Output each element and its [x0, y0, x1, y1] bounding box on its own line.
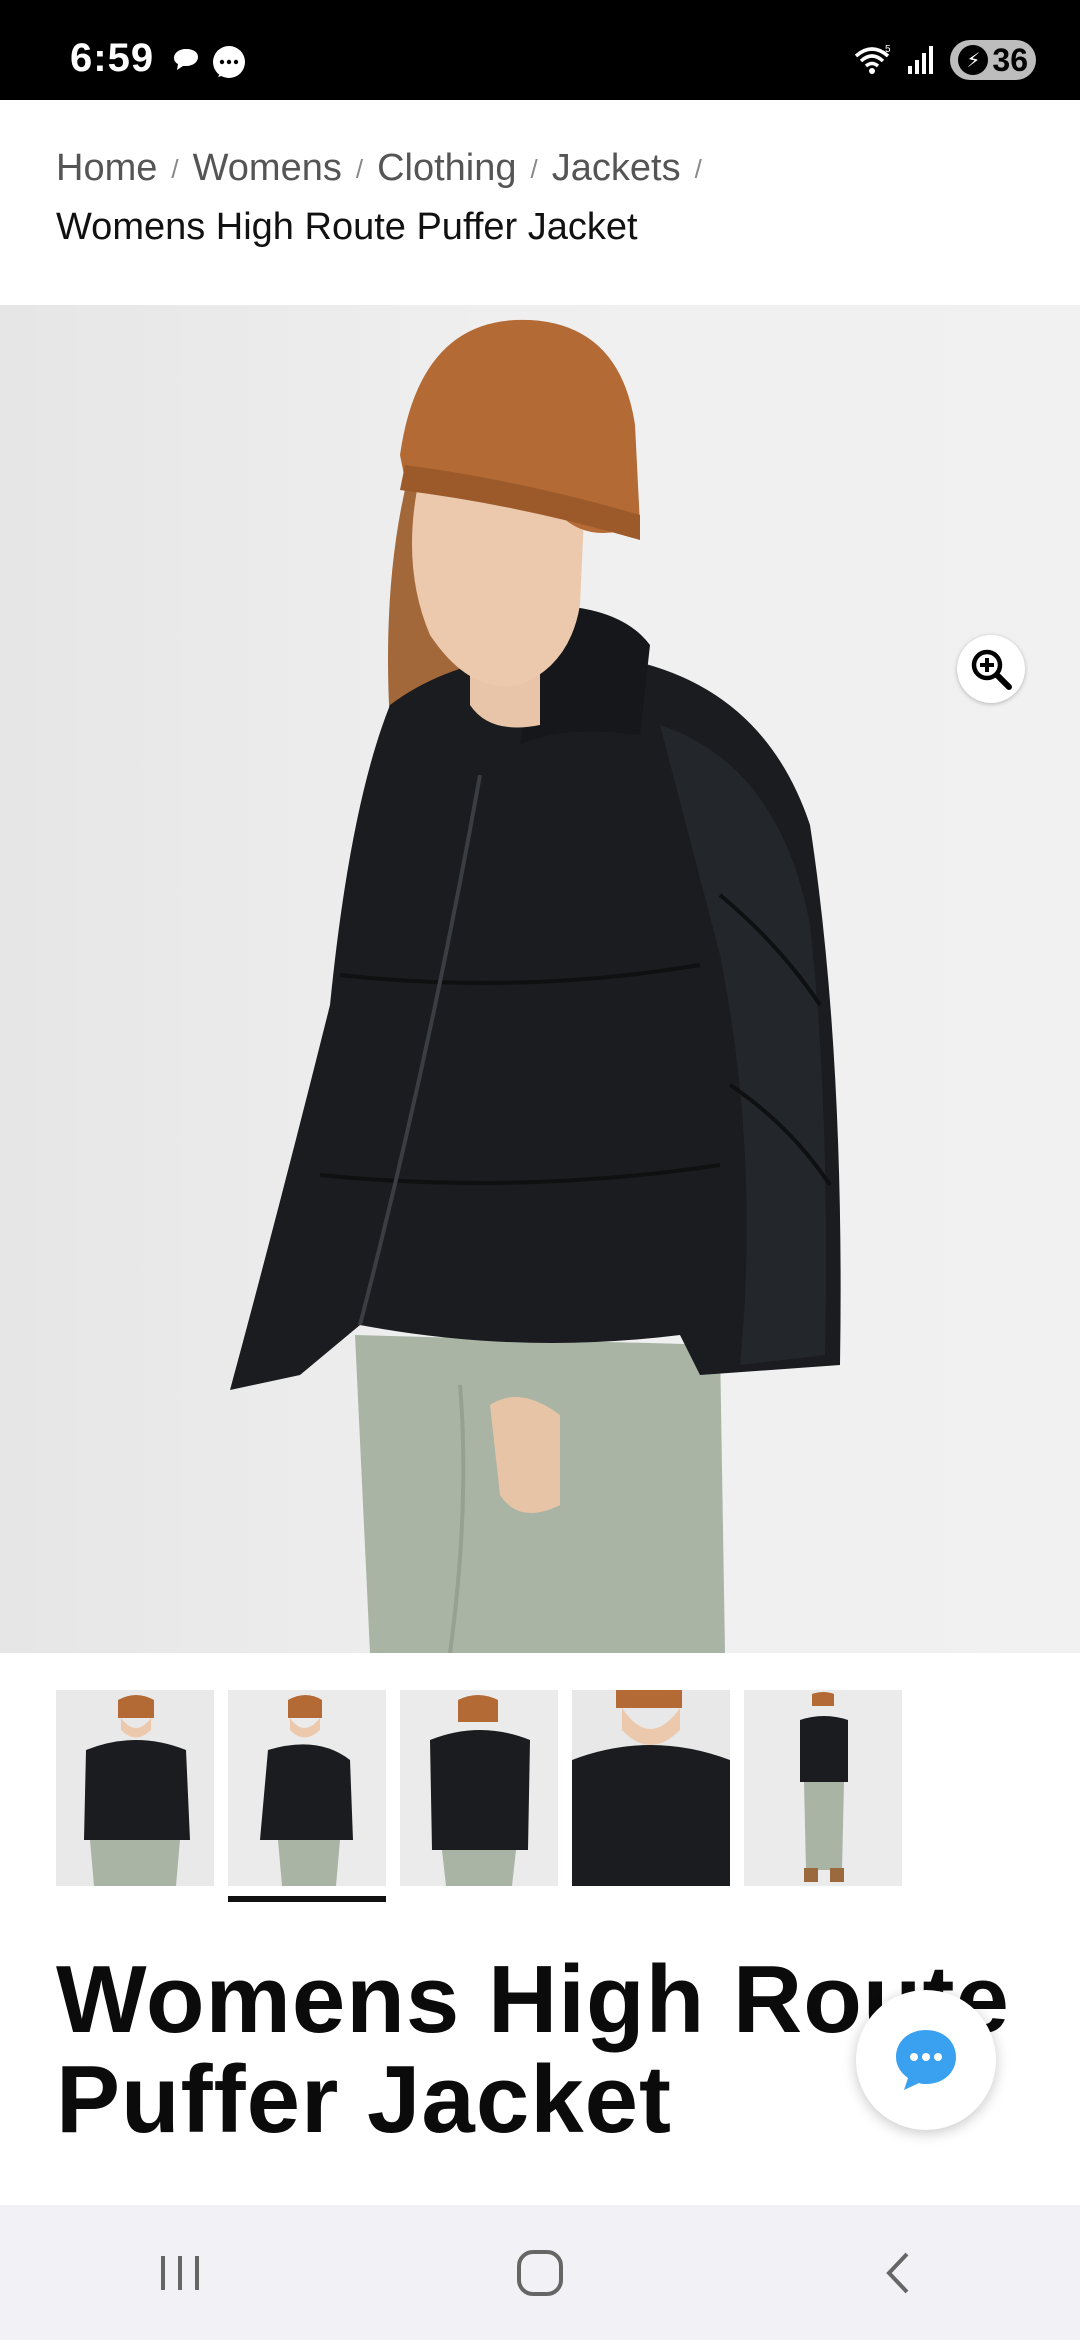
status-app-icons — [170, 44, 248, 82]
recent-apps-icon — [161, 2255, 199, 2290]
thumbnail-1[interactable] — [56, 1690, 214, 1886]
breadcrumb: Home / Womens / Clothing / Jackets / Womens Hig… — [56, 140, 1016, 255]
thumbnail-image — [228, 1690, 386, 1886]
breadcrumb-womens[interactable]: Womens — [193, 147, 342, 189]
product-photo — [230, 319, 841, 1653]
zoom-in-icon — [971, 649, 1012, 690]
back-icon — [886, 2252, 909, 2293]
breadcrumb-separator: / — [171, 154, 179, 184]
home-button[interactable] — [480, 2233, 600, 2313]
breadcrumb-separator: / — [694, 154, 702, 184]
chat-bubble-icon — [174, 49, 198, 70]
battery-level: 36 — [992, 41, 1028, 78]
signal-icon — [908, 46, 934, 74]
chat-icon — [896, 2030, 956, 2090]
thumbnail-3[interactable] — [400, 1690, 558, 1886]
breadcrumb-clothing[interactable]: Clothing — [377, 147, 516, 189]
thumbnail-image — [744, 1690, 902, 1886]
zoom-button[interactable] — [957, 635, 1025, 703]
product-main-image[interactable] — [0, 305, 1080, 1653]
system-navigation-bar — [0, 2205, 1080, 2340]
status-right: 5 ⚡ 36 — [852, 40, 1036, 80]
breadcrumb-separator: / — [355, 154, 364, 184]
messages-icon — [213, 46, 245, 78]
breadcrumb-jackets[interactable]: Jackets — [552, 147, 681, 189]
status-time: 6:59 — [70, 36, 155, 80]
thumbnail-strip — [56, 1690, 902, 1886]
thumbnail-image — [400, 1690, 558, 1886]
breadcrumb-home[interactable]: Home — [56, 147, 157, 189]
product-title-line2: Puffer Jacket — [56, 2046, 672, 2153]
battery-indicator: ⚡ 36 — [950, 40, 1036, 80]
status-bar: 6:59 5 ⚡ 36 — [0, 0, 1080, 100]
thumbnail-2[interactable] — [228, 1690, 386, 1886]
thumbnail-5[interactable] — [744, 1690, 902, 1886]
breadcrumb-separator: / — [530, 154, 538, 184]
thumbnail-4[interactable] — [572, 1690, 730, 1886]
back-button[interactable] — [840, 2233, 960, 2313]
thumbnail-selected-indicator — [228, 1896, 386, 1902]
thumbnail-image — [572, 1690, 730, 1886]
recent-apps-button[interactable] — [120, 2233, 240, 2313]
battery-charging-icon: ⚡ — [958, 45, 989, 75]
thumbnail-image — [56, 1690, 214, 1886]
home-icon — [517, 2249, 563, 2296]
svg-text:5: 5 — [885, 44, 891, 55]
breadcrumb-current: Womens High Route Puffer Jacket — [56, 206, 638, 248]
chat-button[interactable] — [856, 1990, 996, 2130]
wifi-icon: 5 — [855, 44, 891, 74]
